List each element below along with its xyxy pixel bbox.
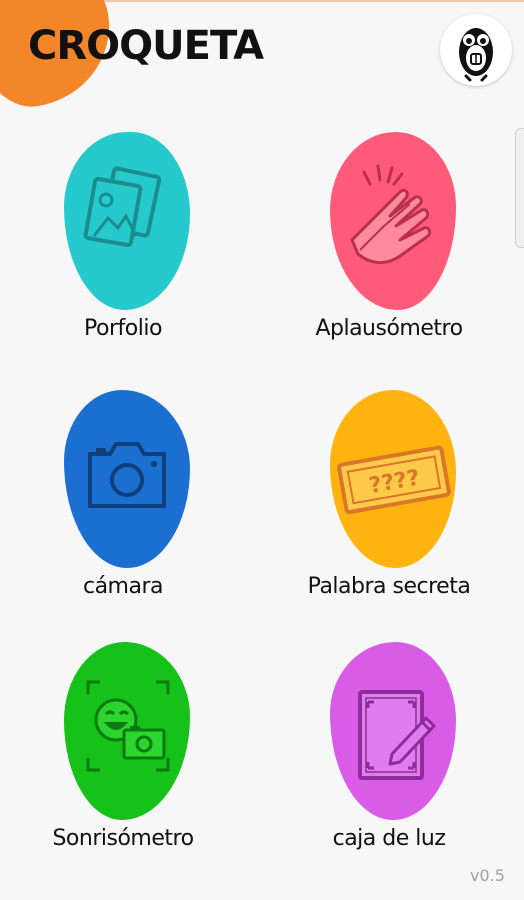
app-logo: CROQUETA: [28, 23, 264, 69]
tile-camara[interactable]: cámara: [28, 390, 218, 630]
ticket-icon: ????: [337, 445, 451, 515]
tile-palabra-secreta[interactable]: ???? Palabra secreta: [294, 390, 484, 630]
tile-blob: [64, 390, 190, 568]
tile-blob: [330, 642, 456, 820]
tile-label: Porfolio: [84, 316, 162, 341]
tile-caja-de-luz[interactable]: caja de luz: [294, 642, 484, 882]
version-label: v0.5: [470, 866, 505, 885]
penguin-mascot-icon: [459, 28, 493, 82]
tile-blob: [64, 642, 190, 820]
scroll-indicator[interactable]: [515, 128, 524, 248]
tile-blob: ????: [330, 390, 456, 568]
tile-blob: [330, 132, 456, 310]
tile-label: Palabra secreta: [307, 574, 471, 599]
tile-porfolio[interactable]: Porfolio: [28, 132, 218, 372]
tile-blob: [64, 132, 190, 310]
tile-aplausometro[interactable]: Aplausómetro: [294, 132, 484, 372]
tile-sonrisometro[interactable]: Sonrisómetro: [28, 642, 218, 882]
photos-icon: [83, 166, 162, 248]
tile-label: Sonrisómetro: [52, 826, 194, 851]
tile-label: cámara: [82, 574, 164, 599]
camera-icon: [88, 442, 166, 508]
tile-label: caja de luz: [332, 826, 446, 851]
smile-camera-icon: [86, 680, 170, 772]
lightbox-pencil-icon: [358, 690, 436, 780]
tile-label: Aplausómetro: [315, 316, 463, 341]
clapping-hands-icon: [350, 164, 432, 264]
profile-avatar-button[interactable]: [440, 14, 512, 86]
